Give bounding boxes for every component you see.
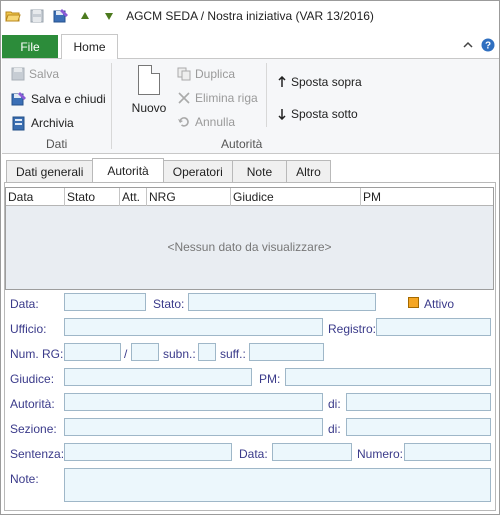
autorita-di-field[interactable] <box>346 393 491 411</box>
ribbon-separator <box>111 63 112 149</box>
delete-icon <box>177 91 191 105</box>
tab-autorita[interactable]: Autorità <box>92 158 164 182</box>
new-document-icon <box>138 65 160 95</box>
suff-label: suff.: <box>220 347 246 361</box>
giudice-field[interactable] <box>64 368 252 386</box>
duplicate-icon <box>177 67 191 81</box>
sentenza-data-label: Data: <box>239 447 268 461</box>
num-rg-label: Num. RG: <box>10 347 64 361</box>
duplica-button[interactable]: Duplica <box>177 67 235 81</box>
ribbon-separator <box>266 63 267 127</box>
ribbon-tabs: File Home ? <box>1 34 499 59</box>
suff-field[interactable] <box>249 343 324 361</box>
giudice-label: Giudice: <box>10 372 55 386</box>
tab-dati-generali[interactable]: Dati generali <box>6 160 94 182</box>
salva-chiudi-label: Salva e chiudi <box>31 92 106 106</box>
annulla-button[interactable]: Annulla <box>177 115 235 129</box>
column-header-att[interactable]: Att. <box>120 188 147 206</box>
page-tabs: Dati generali Autorità Operatori Note Al… <box>6 158 331 182</box>
sezione-di-field[interactable] <box>346 418 491 436</box>
nuovo-label: Nuovo <box>131 101 167 115</box>
tab-note[interactable]: Note <box>231 160 288 182</box>
registro-field[interactable] <box>376 318 491 336</box>
arrow-down-icon <box>277 108 287 120</box>
data-field[interactable] <box>64 293 146 311</box>
numero-field[interactable] <box>404 443 491 461</box>
group-label-dati: Dati <box>46 137 68 151</box>
salva-button[interactable]: Salva <box>11 67 59 81</box>
tab-operatori[interactable]: Operatori <box>162 160 233 182</box>
attivo-checkbox[interactable] <box>408 297 419 308</box>
app-window: AGCM SEDA / Nostra iniziativa (VAR 13/20… <box>0 0 500 515</box>
elimina-riga-button[interactable]: Elimina riga <box>177 91 258 105</box>
subn-field[interactable] <box>198 343 216 361</box>
title-bar: AGCM SEDA / Nostra iniziativa (VAR 13/20… <box>1 1 499 33</box>
ufficio-label: Ufficio: <box>10 322 47 336</box>
sposta-sopra-label: Sposta sopra <box>291 75 362 89</box>
arrow-up-icon <box>277 76 287 88</box>
data-label: Data: <box>10 297 39 311</box>
sposta-sotto-label: Sposta sotto <box>291 107 358 121</box>
grid-header: Data Stato Att. NRG Giudice PM <box>6 188 493 206</box>
undo-icon <box>177 115 191 129</box>
sezione-field[interactable] <box>64 418 323 436</box>
sezione-di-label: di: <box>328 422 341 436</box>
save-close-icon <box>11 91 27 107</box>
window-title: AGCM SEDA / Nostra iniziativa (VAR 13/20… <box>126 9 374 23</box>
subn-label: subn.: <box>163 347 196 361</box>
ufficio-field[interactable] <box>64 318 323 336</box>
column-header-stato[interactable]: Stato <box>65 188 120 206</box>
duplica-label: Duplica <box>195 67 236 81</box>
num-rg-slash: / <box>124 347 128 361</box>
salva-chiudi-button[interactable]: Salva e chiudi <box>11 91 106 107</box>
salva-label: Salva <box>29 67 60 81</box>
pm-field[interactable] <box>285 368 491 386</box>
save-icon <box>11 67 25 81</box>
sezione-label: Sezione: <box>10 422 57 436</box>
ribbon-controls: ? <box>463 38 495 52</box>
grid-empty-message: <Nessun dato da visualizzare> <box>167 240 332 254</box>
sentenza-data-field[interactable] <box>272 443 352 461</box>
num-rg-year-field[interactable] <box>131 343 159 361</box>
registro-label: Registro: <box>328 322 377 336</box>
column-header-nrg[interactable]: NRG <box>147 188 231 206</box>
column-header-data[interactable]: Data <box>6 188 65 206</box>
column-header-giudice[interactable]: Giudice <box>231 188 361 206</box>
archivia-label: Archivia <box>31 116 74 130</box>
numero-label: Numero: <box>357 447 404 461</box>
nuovo-button[interactable]: Nuovo <box>126 65 172 125</box>
stato-label: Stato: <box>153 297 185 311</box>
tab-altro[interactable]: Altro <box>286 160 331 182</box>
collapse-ribbon-icon[interactable] <box>463 41 473 49</box>
help-icon[interactable]: ? <box>481 38 495 52</box>
svg-text:?: ? <box>485 41 491 52</box>
home-tab[interactable]: Home <box>61 34 118 59</box>
autorita-grid[interactable]: Data Stato Att. NRG Giudice PM <Nessun d… <box>5 187 494 290</box>
annulla-label: Annulla <box>195 115 236 129</box>
autorita-di-label: di: <box>328 397 341 411</box>
autorita-field[interactable] <box>64 393 323 411</box>
column-header-pm[interactable]: PM <box>361 188 493 206</box>
sposta-sopra-button[interactable]: Sposta sopra <box>277 75 362 89</box>
sentenza-label: Sentenza: <box>10 447 65 461</box>
num-rg-field[interactable] <box>64 343 121 361</box>
note-label: Note: <box>10 472 39 486</box>
file-tab[interactable]: File <box>2 35 58 58</box>
attivo-label: Attivo <box>424 297 455 311</box>
pm-label: PM: <box>259 372 281 386</box>
stato-field[interactable] <box>188 293 376 311</box>
sposta-sotto-button[interactable]: Sposta sotto <box>277 107 358 121</box>
group-label-autorita: Autorità <box>221 137 263 151</box>
note-field[interactable] <box>64 468 491 502</box>
ribbon: Salva Salva e chiudi Archivia Dati Nuovo… <box>2 58 499 154</box>
elimina-riga-label: Elimina riga <box>195 91 258 105</box>
sentenza-field[interactable] <box>64 443 232 461</box>
autorita-label: Autorità: <box>10 397 55 411</box>
archive-icon <box>11 115 27 131</box>
archivia-button[interactable]: Archivia <box>11 115 74 131</box>
